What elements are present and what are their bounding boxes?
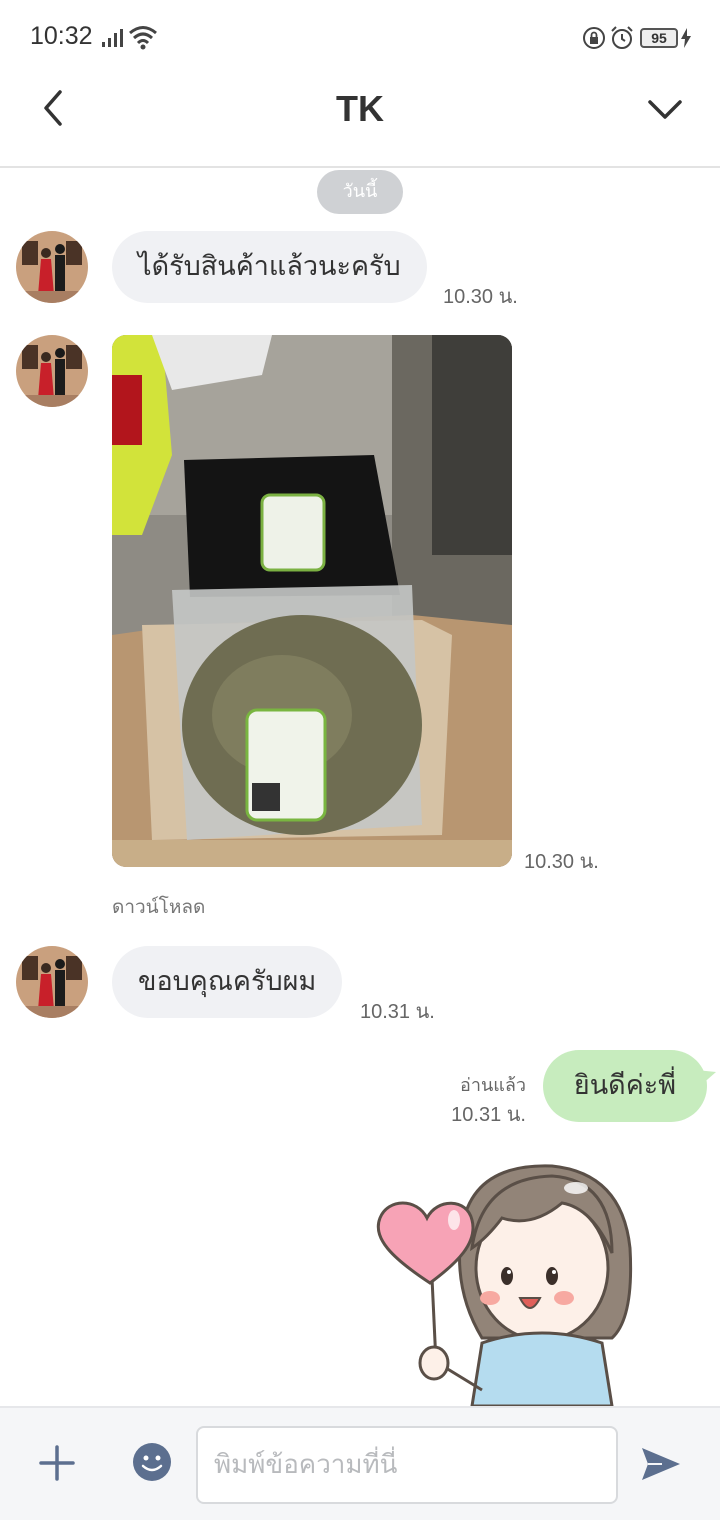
chat-area[interactable]: วันนี้ ได้รับสินค้าแล้วนะครับ 10.30 น. 1… [0, 168, 720, 1406]
avatar[interactable] [16, 946, 88, 1018]
chat-header: TK [0, 76, 720, 168]
download-link[interactable]: ดาวน์โหลด [112, 892, 205, 922]
signal-icon [102, 29, 123, 47]
bubble-tail [696, 1070, 716, 1086]
alarm-icon [611, 26, 633, 49]
message-time: 10.31 น. [451, 1104, 526, 1126]
date-separator: วันนี้ [317, 170, 403, 214]
battery-level: 95 [651, 30, 667, 46]
message-bubble[interactable]: ขอบคุณครับผม [112, 946, 343, 1018]
read-receipt: อ่านแล้ว [460, 1075, 526, 1096]
photo-message[interactable] [112, 335, 512, 867]
plus-icon[interactable] [38, 1444, 76, 1482]
avatar[interactable] [16, 231, 88, 303]
message-time: 10.30 น. [524, 851, 599, 873]
sticker-girl-heart[interactable] [372, 1158, 642, 1406]
message-input[interactable] [196, 1426, 618, 1504]
chevron-down-icon[interactable] [646, 94, 684, 124]
wifi-icon [129, 26, 157, 50]
chat-title: TK [336, 88, 384, 129]
lock-icon [583, 27, 605, 49]
status-time: 10:32 [30, 22, 93, 50]
emoji-icon[interactable] [132, 1442, 172, 1482]
message-time: 10.30 น. [443, 286, 518, 308]
charge-icon [681, 28, 691, 48]
message-bubble[interactable]: ได้รับสินค้าแล้วนะครับ [112, 231, 427, 303]
avatar[interactable] [16, 335, 88, 407]
message-time: 10.31 น. [360, 1001, 435, 1023]
send-icon[interactable] [640, 1444, 682, 1484]
battery-indicator: 95 [640, 28, 678, 48]
status-bar: 10:32 95 [0, 0, 720, 76]
message-input-bar [0, 1406, 720, 1520]
outgoing-message-bubble[interactable]: ยินดีค่ะพี่ [543, 1050, 707, 1122]
